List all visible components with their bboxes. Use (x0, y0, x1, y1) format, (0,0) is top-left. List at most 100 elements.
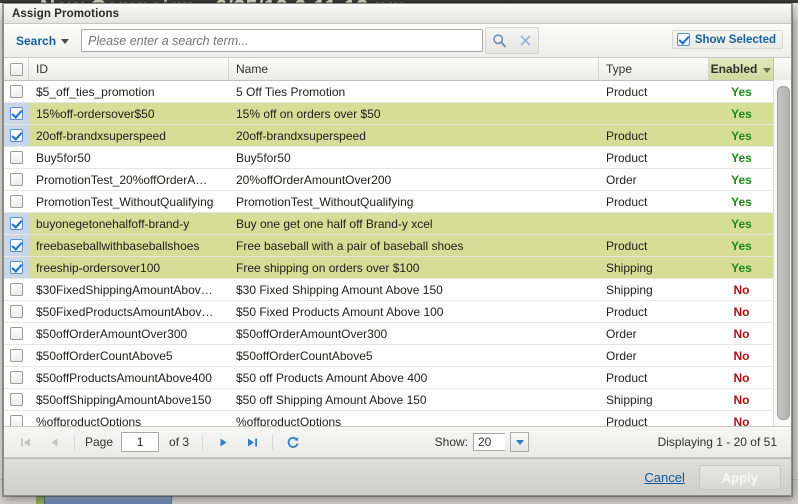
row-checkbox[interactable] (10, 217, 23, 230)
cell-enabled: No (733, 392, 750, 407)
cell-id: $50FixedProductsAmountAbov… (36, 304, 214, 319)
table-row[interactable]: Buy5for50 Buy5for50 Product Yes (4, 147, 791, 169)
cell-name: Buy5for50 (236, 150, 291, 165)
cell-name: PromotionTest_WithoutQualifying (236, 194, 414, 209)
row-checkbox[interactable] (10, 327, 23, 340)
row-checkbox-cell[interactable] (4, 235, 29, 256)
search-icon[interactable] (486, 29, 512, 52)
cell-enabled: No (733, 348, 750, 363)
search-input[interactable] (82, 30, 483, 51)
cell-enabled: Yes (731, 194, 752, 209)
column-header-enabled[interactable]: Enabled (709, 58, 774, 80)
row-checkbox[interactable] (10, 415, 23, 426)
row-checkbox-cell[interactable] (4, 301, 29, 322)
cell-enabled: Yes (731, 216, 752, 231)
page-size-dropdown-icon[interactable] (510, 432, 529, 452)
table-row[interactable]: 15%off-ordersover$50 15% off on orders ov… (4, 103, 791, 125)
first-page-button[interactable] (12, 431, 38, 454)
cell-name: 20off-brandxsuperspeed (236, 128, 366, 143)
page-size-value[interactable]: 20 (473, 433, 505, 451)
cell-id: Buy5for50 (36, 150, 91, 165)
column-header-type[interactable]: Type (599, 58, 709, 80)
row-checkbox-cell[interactable] (4, 323, 29, 344)
column-header-name-label: Name (236, 62, 269, 76)
row-checkbox-cell[interactable] (4, 191, 29, 212)
table-row[interactable]: 20off-brandxsuperspeed 20off-brandxsupers… (4, 125, 791, 147)
column-header-id[interactable]: ID (29, 58, 229, 80)
table-row[interactable]: buyonegetonehalfoff-brand-y Buy one get o… (4, 213, 791, 235)
row-checkbox-cell[interactable] (4, 103, 29, 124)
table-row[interactable]: freebaseballwithbaseballshoes Free baseba… (4, 235, 791, 257)
row-checkbox[interactable] (10, 261, 23, 274)
cell-type (599, 213, 709, 234)
row-checkbox-cell[interactable] (4, 125, 29, 146)
select-all-checkbox[interactable] (9, 62, 23, 76)
row-checkbox[interactable] (10, 173, 23, 186)
cell-enabled: Yes (731, 106, 752, 121)
row-checkbox-cell[interactable] (4, 389, 29, 410)
page-number-input[interactable] (121, 432, 160, 452)
row-checkbox[interactable] (10, 239, 23, 252)
show-selected-toggle[interactable]: Show Selected (671, 30, 783, 49)
cell-enabled: Yes (731, 260, 752, 275)
table-row[interactable]: $5_off_ties_promotion 5 Off Ties Promotio… (4, 81, 791, 103)
row-checkbox-cell[interactable] (4, 367, 29, 388)
cell-type: Product (606, 194, 648, 209)
table-row[interactable]: $50FixedProductsAmountAbov… $50 Fixed Pro… (4, 301, 791, 323)
table-row[interactable]: %offproductOptions %offproductOptions Prod… (4, 411, 791, 426)
cell-id: $50offProductsAmountAbove400 (36, 370, 212, 385)
last-page-button[interactable] (239, 431, 265, 454)
row-checkbox-cell[interactable] (4, 345, 29, 366)
row-checkbox[interactable] (10, 349, 23, 362)
table-row[interactable]: $50offOrderCountAbove5 $50offOrderCountAb… (4, 345, 791, 367)
cell-enabled: Yes (731, 128, 752, 143)
cell-name: Free shipping on orders over $100 (236, 260, 420, 275)
cell-type: Product (606, 370, 648, 385)
row-checkbox[interactable] (10, 85, 23, 98)
cell-name: $50 off Shipping Amount Above 150 (236, 392, 427, 407)
row-checkbox[interactable] (10, 151, 23, 164)
page-label: Page (85, 435, 114, 449)
refresh-button[interactable] (280, 431, 306, 454)
table-row[interactable]: $50offProductsAmountAbove400 $50 off Prod… (4, 367, 791, 389)
grid-scrollbar-thumb[interactable] (777, 86, 790, 420)
apply-button[interactable]: Apply (698, 464, 781, 490)
show-selected-checkbox[interactable] (676, 33, 690, 46)
table-row[interactable]: $30FixedShippingAmountAbov… $30 Fixed Shi… (4, 279, 791, 301)
cell-id: 20off-brandxsuperspeed (36, 128, 166, 143)
dialog-footer: Cancel Apply (4, 458, 791, 495)
cell-type: Product (606, 414, 648, 427)
next-page-button[interactable] (210, 431, 236, 454)
row-checkbox[interactable] (10, 371, 23, 384)
row-checkbox[interactable] (10, 283, 23, 296)
clear-x-icon[interactable] (512, 29, 538, 52)
select-all-header[interactable] (4, 58, 29, 80)
table-row[interactable]: $50offShippingAmountAbove150 $50 off Ship… (4, 389, 791, 411)
row-checkbox-cell[interactable] (4, 213, 29, 234)
table-row[interactable]: PromotionTest_20%offOrderA… 20%offOrderAm… (4, 169, 791, 191)
column-header-name[interactable]: Name (229, 58, 599, 80)
row-checkbox-cell[interactable] (4, 81, 29, 102)
table-row[interactable]: $50offOrderAmountOver300 $50offOrderAmoun… (4, 323, 791, 345)
cell-enabled: Yes (731, 150, 752, 165)
table-row[interactable]: PromotionTest_WithoutQualifying Promotion… (4, 191, 791, 213)
search-dropdown-button[interactable]: Search (10, 30, 76, 52)
row-checkbox-cell[interactable] (4, 257, 29, 278)
row-checkbox[interactable] (10, 393, 23, 406)
grid-vertical-scrollbar[interactable] (773, 80, 791, 426)
row-checkbox[interactable] (10, 305, 23, 318)
row-checkbox-cell[interactable] (4, 279, 29, 300)
row-checkbox-cell[interactable] (4, 411, 29, 426)
row-checkbox[interactable] (10, 195, 23, 208)
row-checkbox-cell[interactable] (4, 147, 29, 168)
row-checkbox[interactable] (10, 107, 23, 120)
row-checkbox-cell[interactable] (4, 169, 29, 190)
cancel-button[interactable]: Cancel (644, 470, 684, 485)
row-checkbox[interactable] (10, 129, 23, 142)
cell-id: freeship-ordersover100 (36, 260, 161, 275)
table-row[interactable]: freeship-ordersover100 Free shipping on o… (4, 257, 791, 279)
cell-type: Order (606, 172, 637, 187)
prev-page-button[interactable] (41, 431, 67, 454)
cell-type: Product (606, 150, 648, 165)
cell-enabled: No (733, 304, 750, 319)
